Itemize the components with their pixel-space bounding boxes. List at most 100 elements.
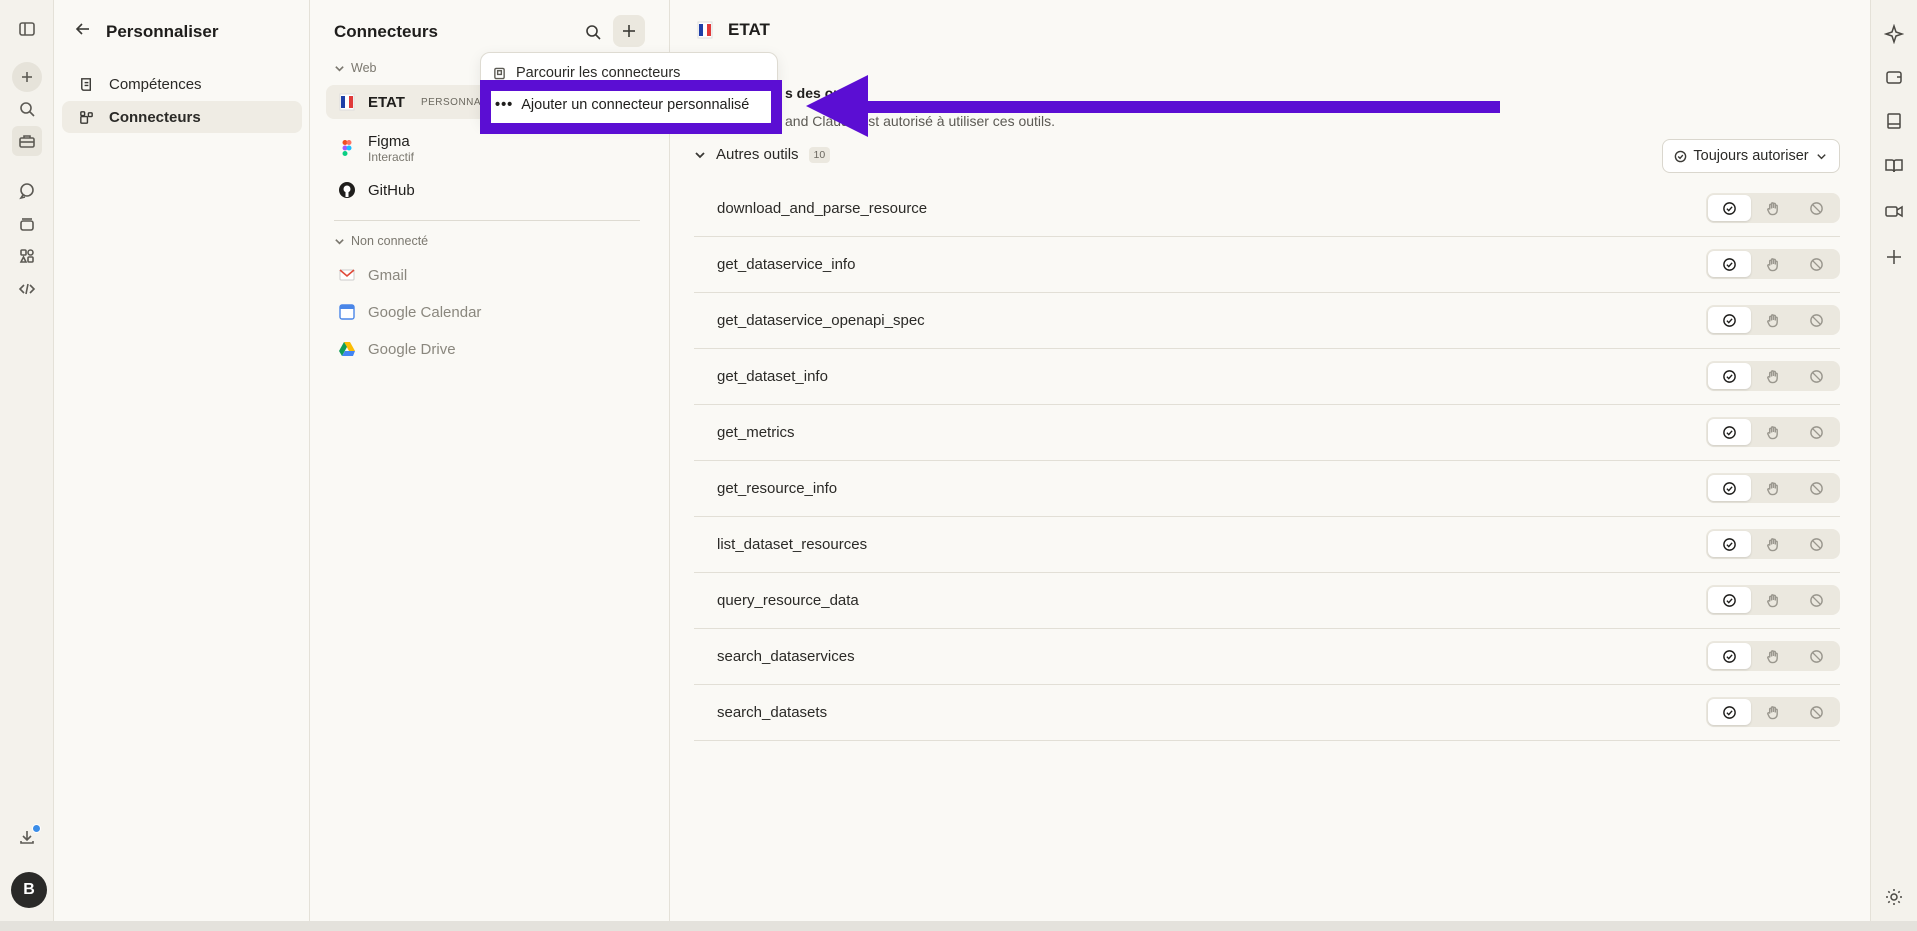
toolbox-icon[interactable] (12, 126, 42, 156)
menu-item-browse[interactable]: Parcourir les connecteurs (493, 65, 680, 81)
etat-logo-icon (696, 21, 714, 39)
block-ban-icon[interactable] (1795, 363, 1838, 389)
sidebar-toggle-icon[interactable] (12, 14, 42, 44)
tool-row: search_datasets (694, 685, 1840, 741)
ask-hand-icon[interactable] (1751, 531, 1794, 557)
ask-hand-icon[interactable] (1751, 699, 1794, 725)
tool-name: search_dataservices (717, 648, 855, 665)
connectors-title: Connecteurs (334, 22, 438, 41)
etat-logo-icon (338, 93, 356, 111)
block-ban-icon[interactable] (1795, 643, 1838, 669)
ask-hand-icon[interactable] (1751, 643, 1794, 669)
connector-item-figma[interactable]: Figma Interactif (326, 129, 656, 167)
allow-check-icon[interactable] (1708, 531, 1752, 557)
connector-item-google-calendar[interactable]: Google Calendar (326, 295, 656, 329)
notification-dot (32, 824, 41, 833)
block-ban-icon[interactable] (1795, 195, 1838, 221)
back-arrow-icon[interactable] (74, 20, 92, 43)
block-ban-icon[interactable] (1795, 531, 1838, 557)
connector-item-google-drive[interactable]: Google Drive (326, 332, 656, 366)
other-tools-section[interactable]: Autres outils 10 (694, 146, 831, 163)
ask-hand-icon[interactable] (1751, 307, 1794, 333)
connector-name: ETAT (368, 93, 405, 111)
artifacts-icon[interactable] (12, 241, 42, 271)
block-ban-icon[interactable] (1795, 699, 1838, 725)
block-ban-icon[interactable] (1795, 307, 1838, 333)
plus-icon[interactable] (1881, 244, 1907, 270)
block-ban-icon[interactable] (1795, 587, 1838, 613)
figma-logo-icon (338, 139, 356, 157)
search-connectors-icon[interactable] (580, 19, 606, 45)
allow-check-icon[interactable] (1708, 587, 1752, 613)
allow-check-icon[interactable] (1708, 307, 1752, 333)
projects-icon[interactable] (12, 209, 42, 239)
new-chat-icon[interactable] (12, 62, 42, 92)
app-window: B Personnaliser Compétences Connecteurs … (0, 0, 1917, 921)
group-web[interactable]: Web (334, 61, 376, 75)
ask-hand-icon[interactable] (1751, 363, 1794, 389)
ask-hand-icon[interactable] (1751, 475, 1794, 501)
block-ban-icon[interactable] (1795, 419, 1838, 445)
section-label: Autres outils (716, 146, 799, 163)
ask-hand-icon[interactable] (1751, 195, 1794, 221)
always-allow-label: Toujours autoriser (1693, 148, 1809, 164)
connector-item-gmail[interactable]: Gmail (326, 258, 656, 292)
open-book-icon[interactable] (1881, 153, 1907, 179)
allow-check-icon[interactable] (1708, 251, 1752, 277)
allow-check-icon[interactable] (1708, 643, 1752, 669)
connector-subtitle: Interactif (368, 149, 415, 164)
nav-item-connecteurs[interactable]: Connecteurs (62, 101, 302, 133)
allow-check-icon[interactable] (1708, 419, 1752, 445)
more-dots-icon: ••• (495, 97, 514, 113)
allow-check-icon[interactable] (1708, 195, 1752, 221)
chats-icon[interactable] (12, 176, 42, 206)
connector-item-github[interactable]: GitHub (326, 173, 656, 207)
sparkle-icon[interactable] (1881, 21, 1907, 47)
check-circle-icon (1675, 150, 1687, 162)
tool-name: get_dataservice_openapi_spec (717, 312, 925, 329)
search-icon[interactable] (12, 94, 42, 124)
connector-name: Google Drive (368, 340, 456, 358)
plus-icon (623, 25, 635, 37)
tool-row: get_dataset_info (694, 349, 1840, 405)
tool-row: search_dataservices (694, 629, 1840, 685)
tool-name: query_resource_data (717, 592, 859, 609)
video-icon[interactable] (1881, 198, 1907, 224)
tool-name: get_resource_info (717, 480, 838, 497)
scroll-icon (81, 77, 91, 91)
avatar[interactable]: B (11, 872, 47, 908)
bookmark-book-icon[interactable] (1881, 108, 1907, 134)
ask-hand-icon[interactable] (1751, 251, 1794, 277)
tool-name: get_dataset_info (717, 368, 828, 385)
permission-toggle (1706, 361, 1840, 391)
browse-icon (494, 67, 505, 79)
block-ban-icon[interactable] (1795, 251, 1838, 277)
allow-check-icon[interactable] (1708, 699, 1752, 725)
add-connector-button[interactable] (613, 15, 645, 47)
chevron-down-icon (1816, 153, 1826, 159)
page-title: Personnaliser (106, 21, 219, 41)
settings-gear-icon[interactable] (1881, 884, 1907, 910)
block-ban-icon[interactable] (1795, 475, 1838, 501)
right-rail (1870, 0, 1917, 921)
connector-name: Google Calendar (368, 303, 482, 321)
always-allow-dropdown[interactable]: Toujours autoriser (1662, 139, 1840, 173)
tool-count-badge: 10 (808, 146, 831, 163)
menu-item-add-custom[interactable]: ••• Ajouter un connecteur personnalisé (495, 97, 749, 113)
nav-item-competences[interactable]: Compétences (62, 68, 302, 100)
permission-toggle (1706, 249, 1840, 279)
allow-check-icon[interactable] (1708, 475, 1752, 501)
menu-item-browse-label: Parcourir les connecteurs (516, 65, 681, 81)
code-icon[interactable] (12, 274, 42, 304)
permission-toggle (1706, 529, 1840, 559)
connector-detail-panel: ETAT s des outils and Claude est autoris… (670, 0, 1870, 921)
permission-toggle (1706, 193, 1840, 223)
ask-hand-icon[interactable] (1751, 587, 1794, 613)
allow-check-icon[interactable] (1708, 363, 1752, 389)
wallet-icon[interactable] (1881, 64, 1907, 90)
ask-hand-icon[interactable] (1751, 419, 1794, 445)
group-web-label: Web (351, 61, 377, 75)
nav-item-label: Connecteurs (109, 108, 201, 126)
detail-title: ETAT (728, 20, 770, 39)
group-not-connected[interactable]: Non connecté (334, 234, 428, 248)
